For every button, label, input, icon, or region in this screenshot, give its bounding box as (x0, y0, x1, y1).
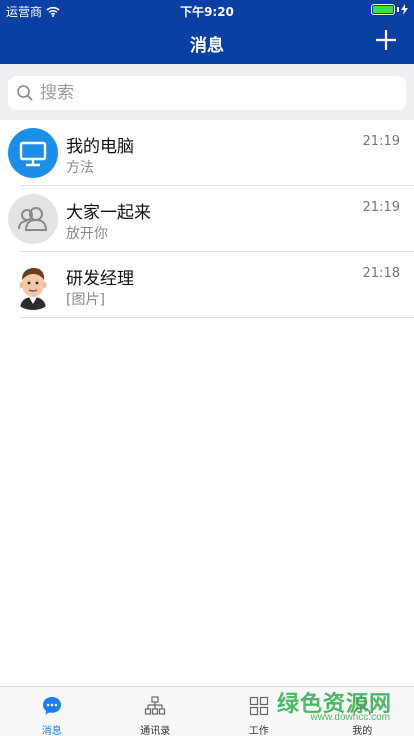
conversation-name: 大家一起来 (66, 203, 151, 223)
conversation-time: 21:18 (362, 266, 400, 281)
search-input[interactable] (40, 83, 380, 103)
grid-icon (249, 696, 268, 716)
conversation-preview: 放开你 (66, 226, 108, 242)
page-title: 消息 (190, 36, 224, 56)
conversation-list: 我的电脑 方法 21:19 大家一起来 放开你 21:19 研发经理 [图片] … (0, 120, 414, 318)
tab-label: 通讯录 (140, 726, 171, 736)
chat-icon (42, 697, 61, 715)
group-icon (8, 194, 58, 244)
watermark-url: www.downcc.com (310, 712, 390, 723)
conversation-name: 我的电脑 (66, 137, 134, 157)
tab-messages[interactable]: 消息 (0, 687, 104, 736)
plus-icon[interactable] (374, 28, 398, 52)
divider (20, 317, 414, 318)
status-bar: 运营商 下午9:20 (0, 0, 414, 20)
conversation-name: 研发经理 (66, 269, 134, 289)
search-bar[interactable] (8, 76, 406, 110)
conversation-preview: [图片] (66, 292, 105, 308)
search-icon (17, 85, 33, 101)
monitor-icon (8, 128, 58, 178)
tab-label: 消息 (41, 726, 62, 736)
conversation-time: 21:19 (362, 200, 400, 215)
person-photo (8, 260, 58, 310)
tab-contacts[interactable]: 通讯录 (104, 687, 208, 736)
conversation-item-rd-manager[interactable]: 研发经理 [图片] 21:18 (0, 252, 414, 318)
status-time: 下午9:20 (180, 5, 234, 19)
conversation-time: 21:19 (362, 134, 400, 149)
conversation-preview: 方法 (66, 160, 94, 176)
charging-icon (401, 4, 408, 15)
conversation-item-group[interactable]: 大家一起来 放开你 21:19 (0, 186, 414, 252)
conversation-item-my-computer[interactable]: 我的电脑 方法 21:19 (0, 120, 414, 186)
watermark: 绿色资源网 www.downcc.com (272, 686, 392, 730)
org-chart-icon (145, 696, 166, 715)
search-area (0, 64, 414, 120)
nav-header: 运营商 下午9:20 消息 (0, 0, 414, 64)
battery-icon (371, 4, 408, 15)
